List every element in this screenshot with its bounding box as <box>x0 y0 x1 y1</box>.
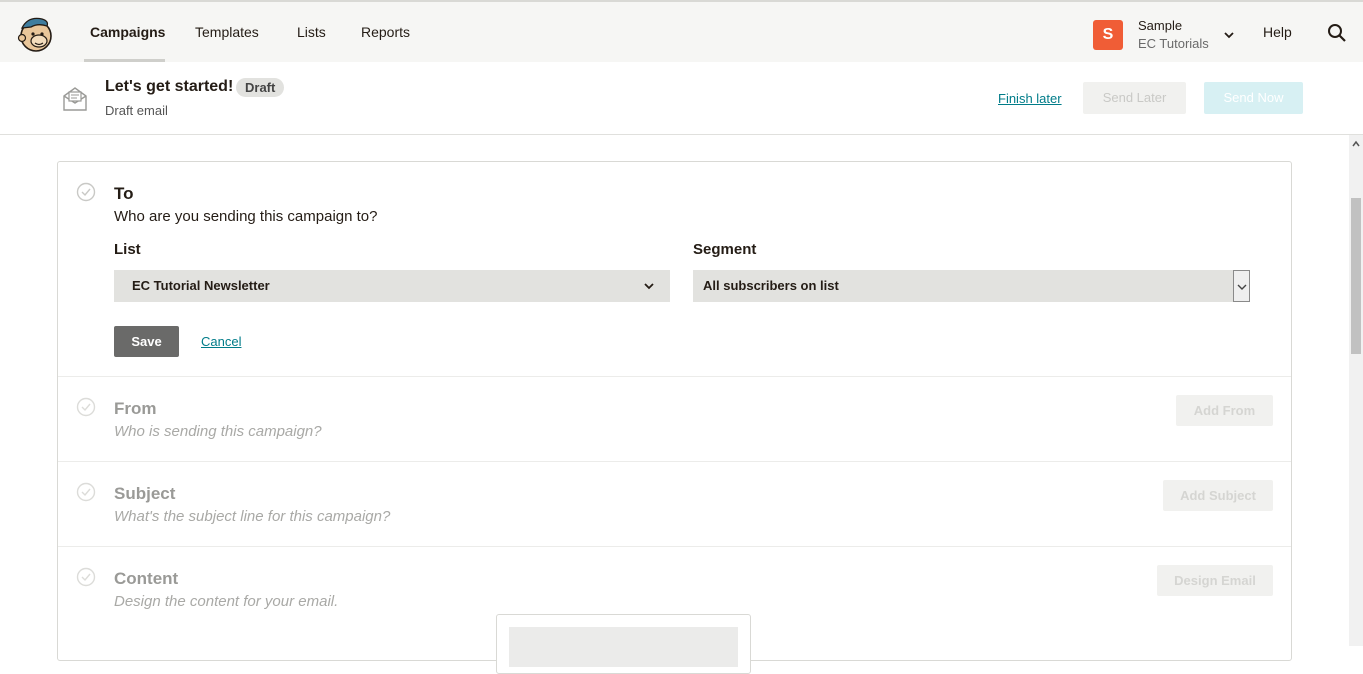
segment-select[interactable]: All subscribers on list <box>693 270 1250 302</box>
cancel-link[interactable]: Cancel <box>201 334 241 349</box>
mailchimp-logo[interactable] <box>16 14 56 54</box>
section-subject: Subject What's the subject line for this… <box>58 462 1291 547</box>
chevron-down-icon <box>644 283 654 290</box>
list-select[interactable]: EC Tutorial Newsletter <box>114 270 670 302</box>
finish-later-link[interactable]: Finish later <box>998 91 1062 106</box>
campaign-header: Let's get started! Draft Draft email Fin… <box>0 62 1363 135</box>
section-title: To <box>114 184 134 203</box>
account-org[interactable]: EC Tutorials <box>1138 36 1209 51</box>
email-preview-thumbnail[interactable] <box>496 614 751 674</box>
envelope-icon <box>63 87 87 111</box>
section-description: Who are you sending this campaign to? <box>114 208 378 225</box>
list-select-value: EC Tutorial Newsletter <box>132 278 270 293</box>
section-title: From <box>114 399 157 418</box>
check-circle-icon <box>76 567 96 587</box>
avatar[interactable]: S <box>1093 20 1123 50</box>
section-to: To Who are you sending this campaign to?… <box>58 162 1291 377</box>
email-preview-placeholder <box>509 627 738 667</box>
campaign-checklist: To Who are you sending this campaign to?… <box>57 161 1292 674</box>
account-name[interactable]: Sample <box>1138 18 1182 33</box>
segment-dropdown-button[interactable] <box>1233 270 1250 302</box>
section-from: From Who is sending this campaign? Add F… <box>58 377 1291 462</box>
nav-reports[interactable]: Reports <box>361 24 410 40</box>
design-email-button[interactable]: Design Email <box>1157 565 1273 596</box>
top-navigation: Campaigns Templates Lists Reports S Samp… <box>0 0 1363 62</box>
segment-label: Segment <box>693 241 757 258</box>
nav-templates[interactable]: Templates <box>195 24 259 40</box>
campaign-title: Let's get started! <box>105 78 234 95</box>
nav-lists[interactable]: Lists <box>297 24 326 40</box>
status-badge: Draft <box>236 78 285 97</box>
section-description: What's the subject line for this campaig… <box>114 508 391 525</box>
nav-campaigns[interactable]: Campaigns <box>90 24 165 40</box>
check-circle-icon <box>76 397 96 417</box>
add-subject-button[interactable]: Add Subject <box>1163 480 1273 511</box>
check-circle-icon <box>76 482 96 502</box>
campaign-subtitle: Draft email <box>105 103 168 118</box>
segment-select-value: All subscribers on list <box>703 278 839 293</box>
scrollbar-thumb[interactable] <box>1351 198 1361 354</box>
send-later-button[interactable]: Send Later <box>1083 82 1186 114</box>
section-description: Who is sending this campaign? <box>114 423 322 440</box>
scroll-up-icon[interactable] <box>1351 139 1361 149</box>
send-now-button[interactable]: Send Now <box>1204 82 1303 114</box>
section-title: Subject <box>114 484 176 503</box>
help-link[interactable]: Help <box>1263 24 1292 40</box>
section-title: Content <box>114 569 179 588</box>
add-from-button[interactable]: Add From <box>1176 395 1273 426</box>
section-description: Design the content for your email. <box>114 593 339 610</box>
chevron-down-icon[interactable] <box>1222 28 1236 42</box>
search-icon[interactable] <box>1327 23 1347 43</box>
check-circle-icon <box>76 182 96 202</box>
save-button[interactable]: Save <box>114 326 179 357</box>
list-label: List <box>114 241 141 258</box>
chevron-down-icon <box>1237 284 1247 290</box>
